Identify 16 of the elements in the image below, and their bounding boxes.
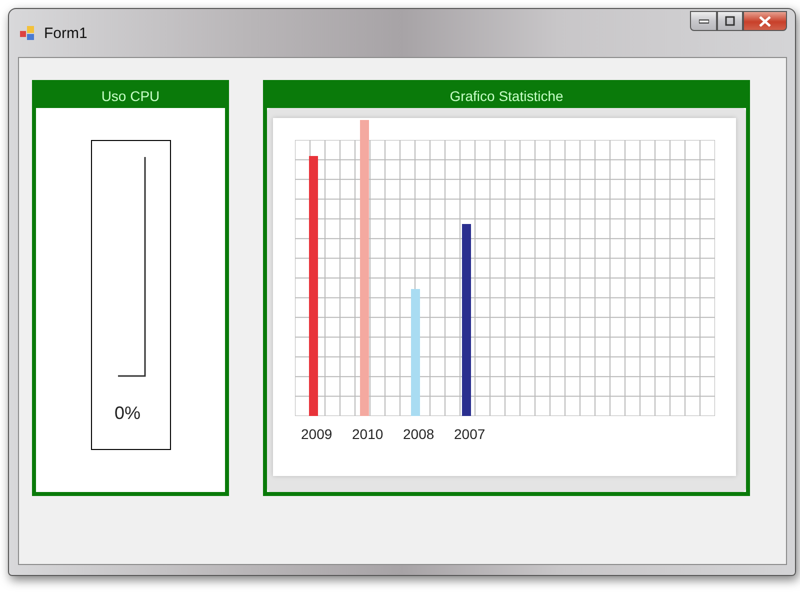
maximize-button[interactable]	[717, 11, 743, 31]
close-button[interactable]	[743, 11, 787, 31]
cpu-reading: 0%	[114, 403, 140, 424]
minimize-button[interactable]	[690, 11, 717, 31]
bar-label: 2008	[403, 426, 436, 442]
app-icon	[20, 25, 36, 41]
close-icon	[759, 16, 771, 26]
meter-scale-icon	[118, 157, 146, 377]
panel-title: Grafico Statistiche	[267, 84, 746, 108]
panel-title: Uso CPU	[36, 84, 225, 108]
bar-label: 2009	[301, 426, 334, 442]
minimize-icon	[698, 18, 708, 24]
bar-label: 2010	[352, 426, 384, 442]
maximize-icon	[725, 16, 735, 26]
bar-label: 2007	[454, 426, 486, 442]
window-title: Form1	[44, 24, 88, 42]
